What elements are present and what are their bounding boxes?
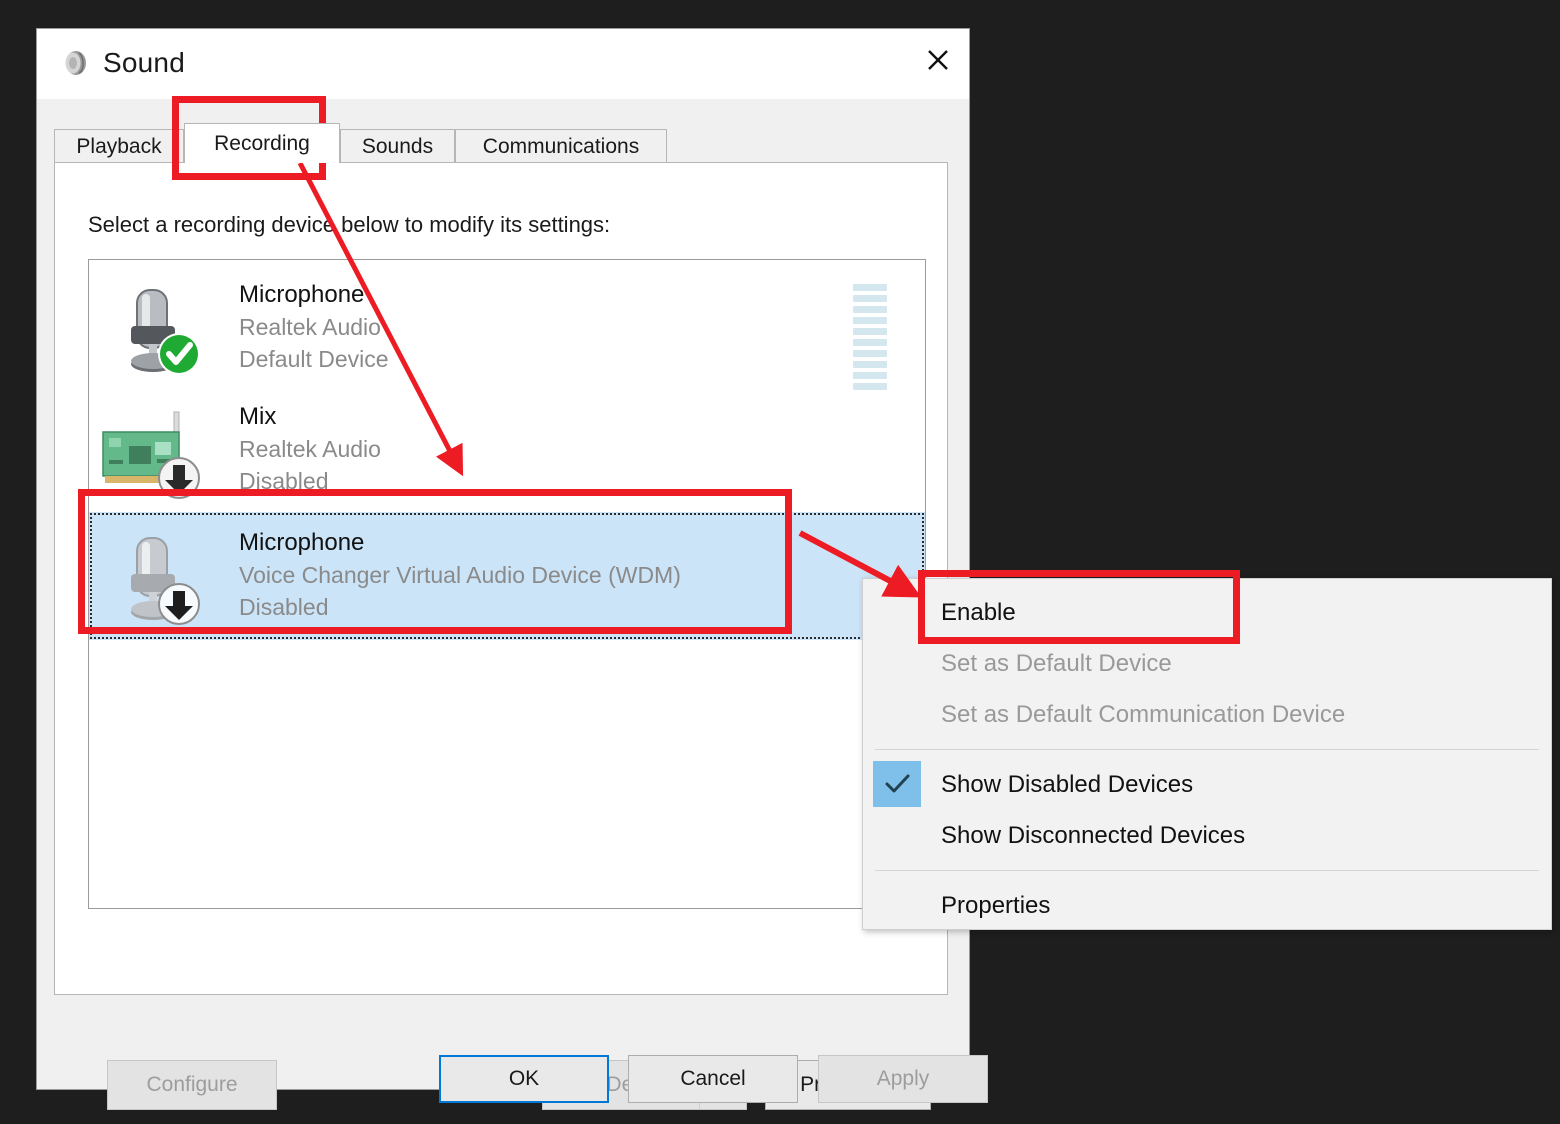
- menu-item-label: Set as Default Communication Device: [941, 701, 1345, 729]
- device-driver: Realtek Audio: [239, 311, 389, 343]
- menu-item-show-disconnected-devices[interactable]: Show Disconnected Devices: [863, 810, 1551, 861]
- check-icon: [873, 761, 921, 807]
- menu-item-label: Set as Default Device: [941, 650, 1172, 678]
- apply-button[interactable]: Apply: [818, 1055, 988, 1103]
- menu-separator: [875, 749, 1539, 750]
- title-bar: Sound: [37, 29, 969, 99]
- menu-separator: [875, 870, 1539, 871]
- annotation-box-selected-device: [78, 489, 792, 634]
- configure-button-label: Configure: [146, 1073, 237, 1097]
- device-list-item-microphone-realtek[interactable]: Microphone Realtek Audio Default Device: [89, 268, 925, 388]
- configure-button[interactable]: Configure: [107, 1060, 277, 1110]
- disabled-arrow-badge: [109, 404, 205, 500]
- tab-recording[interactable]: Recording: [184, 123, 340, 163]
- device-text-block: Microphone Realtek Audio Default Device: [239, 278, 389, 375]
- device-driver: Realtek Audio: [239, 433, 381, 465]
- speaker-icon: [61, 48, 91, 78]
- apply-button-label: Apply: [877, 1067, 930, 1091]
- page-title: Sound: [103, 47, 185, 79]
- menu-item-set-as-default-communication-device[interactable]: Set as Default Communication Device: [863, 689, 1551, 740]
- menu-item-label: Show Disabled Devices: [941, 771, 1193, 799]
- device-status: Default Device: [239, 343, 389, 375]
- annotation-box-enable-item: [918, 570, 1240, 644]
- cancel-button-label: Cancel: [680, 1067, 745, 1091]
- tab-strip: Playback Recording Sounds Communications: [54, 123, 948, 163]
- menu-item-properties[interactable]: Properties: [863, 880, 1551, 931]
- tab-communications[interactable]: Communications: [455, 129, 667, 163]
- tab-playback[interactable]: Playback: [54, 129, 184, 163]
- default-check-badge: [109, 282, 205, 378]
- cancel-button[interactable]: Cancel: [628, 1055, 798, 1103]
- ok-button[interactable]: OK: [439, 1055, 609, 1103]
- menu-item-set-as-default-device[interactable]: Set as Default Device: [863, 638, 1551, 689]
- device-name: Microphone: [239, 278, 389, 311]
- menu-item-show-disabled-devices[interactable]: Show Disabled Devices: [863, 759, 1551, 810]
- tab-sounds[interactable]: Sounds: [340, 129, 455, 163]
- close-icon[interactable]: [907, 29, 969, 91]
- level-meter: [853, 284, 887, 390]
- ok-button-label: OK: [509, 1067, 539, 1091]
- menu-item-label: Properties: [941, 892, 1050, 920]
- device-text-block: Mix Realtek Audio Disabled: [239, 400, 381, 497]
- menu-item-label: Show Disconnected Devices: [941, 822, 1245, 850]
- instruction-label: Select a recording device below to modif…: [88, 212, 610, 238]
- device-name: Mix: [239, 400, 381, 433]
